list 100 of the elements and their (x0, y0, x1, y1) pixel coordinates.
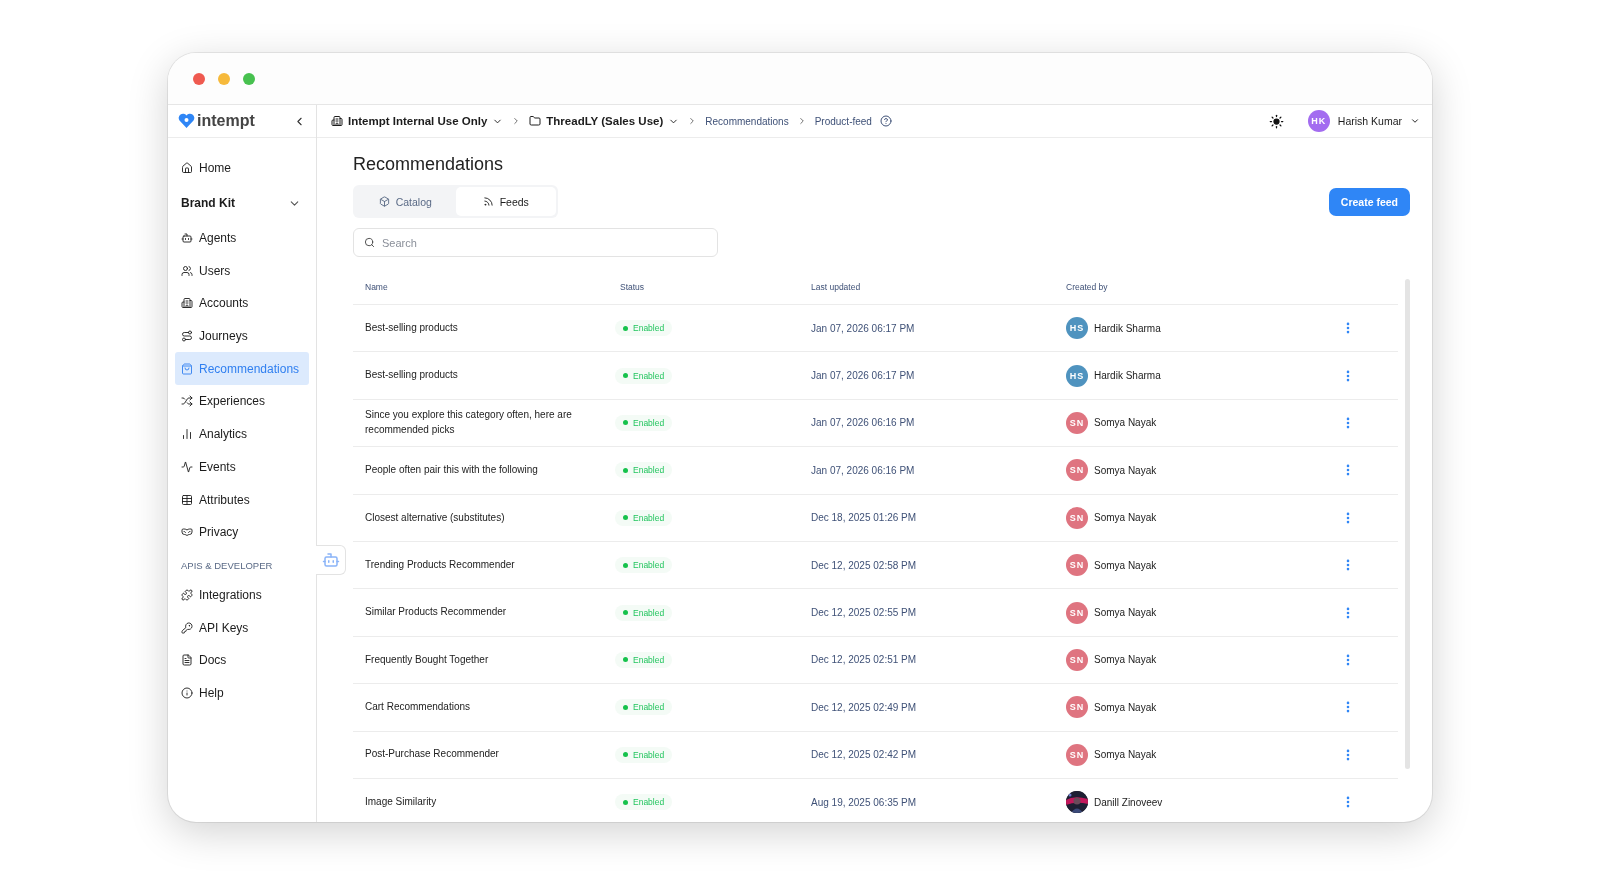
sidebar-item[interactable]: Attributes (175, 483, 309, 516)
robot-icon (321, 551, 340, 569)
shuffle-icon (181, 395, 193, 408)
table-cell-text: Aug 19, 2025 06:35 PM (810, 796, 918, 808)
creator-name: Hardik Sharma (1094, 370, 1161, 382)
user-avatar: SN (1066, 459, 1088, 482)
table-cell-text: Cart Recommendations (364, 700, 472, 715)
sidebar-item[interactable]: Privacy (175, 515, 309, 549)
sidebar-item[interactable]: Integrations (175, 578, 309, 612)
table-cell-text: Dec 12, 2025 02:55 PM (810, 607, 918, 619)
route-icon (181, 330, 193, 343)
user-avatar: SN (1066, 554, 1088, 577)
creator-name: Danill Zinoveev (1094, 796, 1163, 808)
sidebar-item[interactable]: Docs (175, 643, 309, 677)
status-dot (623, 373, 628, 379)
bag-icon (181, 362, 193, 375)
creator-name: Somya Nayak (1094, 464, 1157, 476)
table-cell-text: Similar Products Recommender (364, 605, 508, 620)
sidebar-item[interactable]: Journeys (175, 319, 309, 353)
page-title: Recommendations (353, 154, 505, 175)
status-dot (623, 467, 628, 473)
table-cell-text: Dec 12, 2025 02:42 PM (810, 749, 918, 761)
column-header: Status (619, 281, 646, 292)
table-cell-text: People often pair this with the following (364, 463, 539, 478)
user-avatar[interactable]: HK (1307, 110, 1330, 132)
table-cell-text: Jan 07, 2026 06:17 PM (810, 370, 916, 382)
help-icon[interactable] (879, 115, 892, 127)
logo[interactable]: intempt (178, 112, 255, 130)
breadcrumb-dropdown[interactable]: ThreadLY (Sales Use) (529, 115, 680, 127)
building-icon (331, 115, 343, 127)
sidebar-item[interactable]: Agents (175, 221, 309, 255)
user-avatar: SN (1066, 696, 1088, 719)
status-badge: Enabled (615, 367, 673, 384)
table-cell-text: Dec 12, 2025 02:49 PM (810, 701, 918, 713)
table-cell-text: Jan 07, 2026 06:16 PM (810, 417, 916, 429)
table-cell-text: Trending Products Recommender (364, 557, 516, 572)
creator-name: Somya Nayak (1094, 607, 1157, 619)
bar-chart-icon (181, 428, 193, 441)
user-avatar: SN (1066, 648, 1088, 671)
sidebar-item[interactable]: Events (175, 450, 309, 484)
mask-icon (181, 526, 193, 539)
sidebar-item[interactable]: Experiences (175, 385, 309, 418)
sidebar-item[interactable]: Help (175, 676, 309, 710)
table-cell-text: Dec 18, 2025 01:26 PM (810, 512, 918, 524)
breadcrumb-link[interactable]: Product-feed (814, 115, 872, 127)
sidebar-item[interactable]: Analytics (175, 417, 309, 451)
heart-logo-icon (178, 113, 195, 129)
sidebar-item[interactable]: API Keys (175, 611, 309, 644)
status-dot (623, 515, 628, 521)
status-dot (623, 799, 628, 805)
status-badge: Enabled (615, 462, 673, 479)
creator-name: Somya Nayak (1094, 512, 1157, 524)
creator-name: Somya Nayak (1094, 654, 1157, 666)
status-badge: Enabled (615, 699, 673, 716)
chevron-icon[interactable] (1410, 116, 1420, 126)
create-feed-button[interactable]: Create feed (1328, 187, 1410, 216)
user-avatar: SN (1066, 411, 1088, 434)
table-cell-text: Frequently Bought Together (364, 652, 490, 667)
maximize-button[interactable] (243, 72, 255, 85)
status-dot (623, 752, 628, 758)
breadcrumb-link[interactable]: Recommendations (705, 115, 789, 127)
user-avatar: HS (1066, 317, 1088, 340)
tab[interactable]: Feeds (455, 187, 556, 216)
close-button[interactable] (193, 72, 205, 85)
table-cell-text: Since you explore this category often, here are recommended picks (364, 408, 573, 437)
theme-icon[interactable] (1268, 113, 1284, 129)
sidebar-item[interactable]: Home (175, 152, 309, 185)
tab[interactable]: Catalog (355, 187, 456, 216)
table-icon (181, 493, 193, 506)
feed-icon (482, 196, 494, 207)
breadcrumb-dropdown[interactable]: Intempt Internal Use Only (331, 115, 504, 127)
creator-name: Hardik Sharma (1094, 322, 1161, 334)
status-badge: Enabled (615, 604, 673, 621)
sidebar-item[interactable]: Users (175, 254, 309, 288)
table-cell-text: Best-selling products (364, 320, 459, 335)
users-icon (181, 264, 193, 277)
status-badge: Enabled (615, 794, 673, 811)
status-badge: Enabled (615, 746, 673, 763)
status-dot (623, 610, 628, 616)
assistant-button[interactable] (316, 545, 346, 575)
creator-name: Somya Nayak (1094, 417, 1157, 429)
search-placeholder: Search (382, 236, 417, 249)
table-cell-text: Jan 07, 2026 06:16 PM (810, 464, 916, 476)
scrollbar[interactable] (1404, 279, 1410, 769)
status-badge: Enabled (615, 320, 673, 337)
table-cell-text: Post-Purchase Recommender (364, 747, 500, 762)
pulse-icon (181, 460, 193, 473)
user-avatar: SN (1066, 743, 1088, 766)
status-dot (623, 562, 628, 568)
column-header: Name (364, 281, 389, 292)
key-icon (181, 621, 193, 634)
table-cell-text: Closest alternative (substitutes) (364, 510, 506, 525)
creator-name: Somya Nayak (1094, 701, 1157, 713)
user-name[interactable]: Harish Kumar (1337, 115, 1402, 127)
sidebar-group[interactable]: Brand Kit (175, 184, 309, 222)
sidebar-item[interactable]: Accounts (175, 287, 309, 320)
user-avatar: SN (1066, 601, 1088, 624)
user-avatar: SN (1066, 506, 1088, 529)
table-cell-text: Best-selling products (364, 368, 459, 383)
column-header: Last updated (810, 281, 862, 292)
